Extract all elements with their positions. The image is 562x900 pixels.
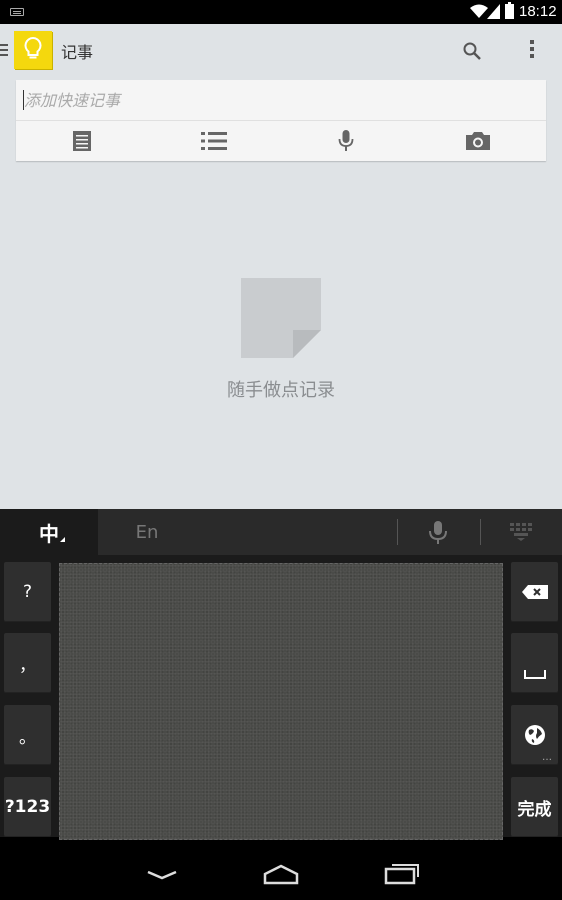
backspace-key[interactable] — [511, 562, 558, 622]
quick-note-input[interactable] — [16, 80, 546, 120]
tab-chinese[interactable]: 中 — [0, 509, 98, 555]
navigation-bar — [0, 840, 562, 900]
text-note-button[interactable] — [16, 121, 148, 161]
signal-icon — [487, 4, 500, 19]
keyboard-top-bar: 中 En — [0, 509, 562, 555]
tab-dropdown-indicator — [60, 537, 65, 542]
divider — [480, 519, 481, 545]
battery-icon — [505, 2, 514, 19]
recents-icon[interactable] — [376, 858, 426, 888]
camera-icon — [466, 132, 490, 150]
keep-app: 记事 添加快速记事 随手做点记录 — [0, 24, 562, 509]
wifi-icon — [470, 4, 488, 18]
status-bar: 18:12 — [0, 0, 562, 24]
key-period[interactable]: 。 — [4, 705, 51, 765]
backspace-icon — [521, 585, 548, 599]
keyboard-icon — [10, 8, 24, 16]
text-caret — [23, 90, 24, 110]
mic-icon — [338, 130, 354, 151]
tab-english[interactable]: En — [98, 509, 196, 555]
text-note-icon — [73, 131, 91, 151]
home-icon[interactable] — [256, 858, 306, 888]
lightbulb-icon[interactable] — [14, 31, 52, 69]
note-icon — [241, 278, 321, 358]
space-key[interactable] — [511, 633, 558, 693]
key-comma[interactable]: ， — [4, 633, 51, 693]
drawer-menu-icon[interactable] — [0, 44, 8, 56]
mic-icon[interactable] — [428, 519, 448, 547]
language-switch-key[interactable]: … — [511, 705, 558, 765]
list-note-button[interactable] — [148, 121, 280, 161]
photo-note-button[interactable] — [412, 121, 544, 161]
empty-state-text: 随手做点记录 — [227, 380, 335, 401]
globe-icon — [524, 725, 545, 745]
divider — [397, 519, 398, 545]
done-key[interactable]: 完成 — [511, 777, 558, 837]
key-hint: … — [542, 752, 552, 763]
key-question[interactable]: ? — [4, 562, 51, 622]
tab-english-label: En — [135, 521, 159, 543]
list-note-icon — [201, 132, 227, 150]
tab-chinese-label: 中 — [39, 521, 59, 546]
overflow-menu-icon[interactable] — [530, 40, 534, 60]
key-symbols[interactable]: ?123 — [4, 777, 51, 837]
status-time: 18:12 — [519, 3, 557, 20]
action-bar: 记事 — [0, 24, 562, 76]
app-title: 记事 — [61, 43, 94, 62]
keyboard-grid-icon[interactable] — [510, 523, 532, 541]
quick-add-card — [16, 80, 546, 161]
space-icon — [523, 670, 546, 679]
back-icon[interactable] — [137, 858, 187, 888]
voice-note-button[interactable] — [280, 121, 412, 161]
handwriting-area[interactable] — [59, 563, 503, 840]
search-icon[interactable] — [462, 41, 482, 61]
